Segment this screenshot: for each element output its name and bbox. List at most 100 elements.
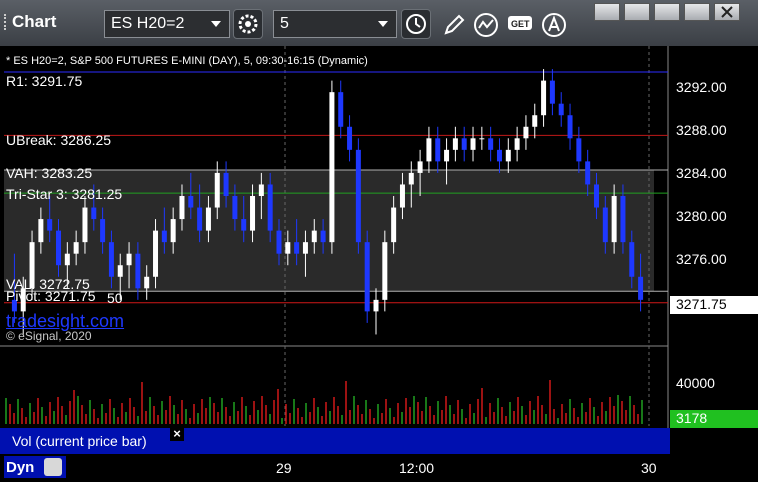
- study-wave-icon[interactable]: [472, 11, 502, 39]
- chart-panel[interactable]: * ES H20=2, S&P 500 FUTURES E-MINI (DAY)…: [0, 46, 758, 482]
- level-label-vah: VAH: 3283.25: [6, 165, 93, 181]
- interval-value: 5: [280, 15, 289, 32]
- level-label-pivot-suffix: 50: [107, 290, 123, 306]
- settings-gear-button[interactable]: [233, 9, 263, 39]
- y-tick-label: 3284.00: [676, 165, 727, 181]
- chart-header: * ES H20=2, S&P 500 FUTURES E-MINI (DAY)…: [6, 55, 368, 67]
- window-titlebar: Chart ES H20=2 5 GET: [0, 0, 758, 46]
- window-minimize-button[interactable]: [654, 3, 680, 21]
- candle-body: [435, 138, 441, 162]
- candle-body: [426, 138, 432, 162]
- candle-body: [611, 196, 617, 243]
- level-label-tristar: Tri-Star 3: 3281.25: [6, 186, 123, 202]
- candle-body: [523, 126, 529, 139]
- candle-body: [161, 230, 167, 243]
- dynamic-label: Dyn: [6, 459, 35, 476]
- close-icon: [721, 6, 733, 18]
- candle-body: [108, 242, 114, 277]
- candle-body: [532, 115, 538, 127]
- clock-icon: [406, 14, 426, 34]
- candle-body: [126, 253, 132, 266]
- volume-tick-label: 40000: [676, 375, 715, 391]
- candle-body: [638, 276, 644, 300]
- window-snap-button[interactable]: [594, 3, 620, 21]
- candle-body: [629, 242, 635, 277]
- level-label-r1: R1: 3291.75: [6, 73, 83, 89]
- candle-body: [444, 149, 450, 162]
- price-chart[interactable]: [0, 46, 758, 482]
- candle-body: [188, 196, 194, 208]
- y-tick-label: 3276.00: [676, 251, 727, 267]
- x-axis-bar: Dyn 29 12:00 30: [0, 454, 758, 482]
- symbol-value: ES H20=2: [111, 15, 185, 32]
- x-tick-label: 12:00: [399, 460, 435, 476]
- symbol-dropdown-icon[interactable]: [211, 21, 221, 27]
- candle-body: [205, 207, 211, 231]
- interval-dropdown-icon[interactable]: [378, 21, 388, 27]
- candle-body: [100, 219, 106, 243]
- alert-a-icon[interactable]: [540, 11, 568, 39]
- candle-body: [320, 230, 326, 243]
- x-tick-label: 29: [276, 460, 292, 476]
- candle-body: [541, 80, 547, 116]
- candle-body: [56, 230, 62, 266]
- close-icon[interactable]: ×: [170, 427, 184, 441]
- candle-body: [241, 219, 247, 231]
- window-close-button[interactable]: [714, 3, 740, 21]
- candle-body: [399, 184, 405, 208]
- candle-body: [417, 161, 423, 173]
- y-tick-label: 3292.00: [676, 79, 727, 95]
- candle-body: [347, 126, 353, 150]
- app-title: Chart: [12, 12, 57, 31]
- watermark-copyright: © eSignal, 2020: [6, 329, 92, 343]
- candle-body: [496, 149, 502, 162]
- candle-body: [452, 138, 458, 150]
- svg-text:GET: GET: [511, 19, 530, 29]
- candle-body: [258, 184, 264, 196]
- candle-body: [64, 253, 70, 266]
- level-label-ubreak: UBreak: 3286.25: [6, 132, 112, 148]
- candle-body: [144, 276, 150, 289]
- candle-body: [355, 149, 361, 243]
- candle-body: [364, 242, 370, 312]
- candle-body: [470, 138, 476, 150]
- candle-body: [593, 184, 599, 208]
- symbol-input[interactable]: ES H20=2: [104, 10, 230, 38]
- y-tick-label: 3280.00: [676, 208, 727, 224]
- candle-body: [488, 138, 494, 150]
- time-button[interactable]: [401, 9, 431, 39]
- candle-body: [135, 253, 141, 289]
- candle-body: [267, 184, 273, 231]
- candle-body: [576, 138, 582, 162]
- candle-body: [461, 138, 467, 150]
- get-data-icon[interactable]: GET: [506, 11, 536, 39]
- volume-legend-label: Vol (current price bar): [12, 433, 147, 449]
- drag-grip-icon[interactable]: [4, 14, 11, 30]
- candle-body: [311, 230, 317, 243]
- volume-legend-bar: Vol (current price bar) ×: [0, 427, 670, 454]
- x-tick-label: 30: [641, 460, 657, 476]
- window-restore-button[interactable]: [624, 3, 650, 21]
- refresh-icon[interactable]: [44, 458, 62, 476]
- candle-body: [294, 242, 300, 254]
- pencil-draw-icon[interactable]: [440, 11, 468, 39]
- candle-body: [373, 299, 379, 312]
- dynamic-toggle[interactable]: Dyn: [4, 456, 66, 478]
- volume-current-badge: 3178: [670, 410, 758, 428]
- candle-body: [179, 196, 185, 220]
- candle-body: [285, 242, 291, 254]
- interval-input[interactable]: 5: [273, 10, 397, 38]
- candle-body: [153, 230, 159, 277]
- candle-body: [250, 196, 256, 231]
- candle-body: [567, 115, 573, 139]
- candle-body: [514, 138, 520, 150]
- candle-body: [223, 172, 229, 196]
- candle-body: [232, 196, 238, 220]
- candle-body: [329, 92, 335, 243]
- candle-body: [602, 207, 608, 243]
- candle-body: [170, 219, 176, 243]
- y-tick-label: 3288.00: [676, 122, 727, 138]
- candle-body: [382, 242, 388, 300]
- candle-body: [302, 242, 308, 254]
- window-maximize-button[interactable]: [684, 3, 710, 21]
